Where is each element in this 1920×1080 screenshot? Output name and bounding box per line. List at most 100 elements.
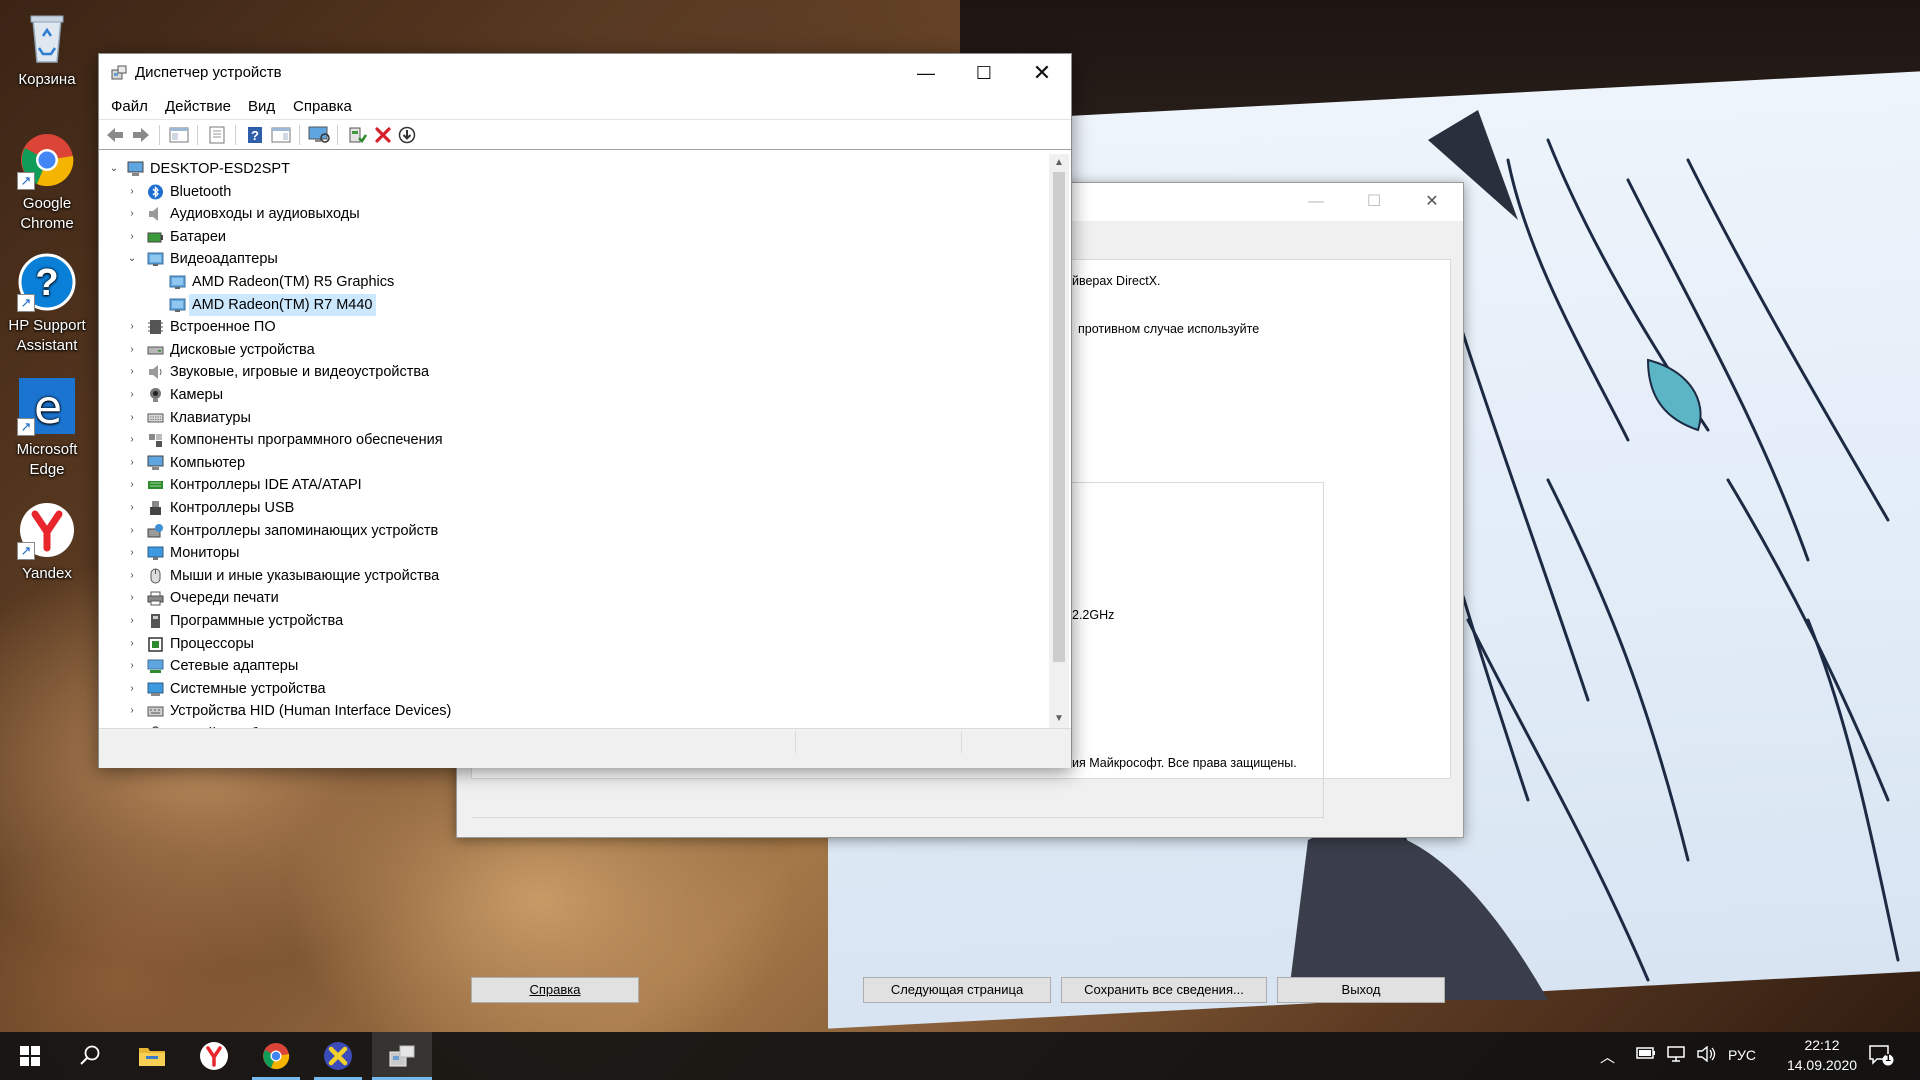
tree-item-label: Компоненты программного обеспечения bbox=[170, 432, 443, 449]
volume-icon[interactable] bbox=[1696, 1045, 1716, 1066]
scroll-up-button[interactable]: ▲ bbox=[1049, 154, 1069, 172]
scroll-down-button[interactable]: ▼ bbox=[1049, 710, 1069, 728]
chevron-right-icon[interactable]: › bbox=[125, 339, 139, 361]
minimize-button[interactable]: — bbox=[1287, 183, 1345, 221]
taskbar-x-app[interactable] bbox=[308, 1032, 368, 1080]
chevron-right-icon[interactable]: › bbox=[125, 407, 139, 429]
desktop-icon-microsoft-edge[interactable]: e ↗ Microsoft Edge bbox=[2, 376, 92, 480]
device-manager-titlebar[interactable]: Диспетчер устройств — ☐ ✕ bbox=[99, 54, 1071, 92]
chevron-right-icon[interactable]: › bbox=[125, 226, 139, 248]
chevron-down-icon[interactable]: ⌄ bbox=[125, 248, 139, 270]
forward-button[interactable] bbox=[129, 123, 153, 147]
action-pane-button[interactable] bbox=[269, 123, 293, 147]
chevron-right-icon[interactable]: › bbox=[125, 587, 139, 609]
battery-icon bbox=[147, 232, 163, 243]
hid-icon bbox=[147, 706, 164, 717]
clock-date[interactable]: 14.09.2020 bbox=[1772, 1057, 1872, 1073]
chevron-right-icon[interactable]: › bbox=[125, 429, 139, 451]
chevron-right-icon[interactable]: › bbox=[125, 520, 139, 542]
chevron-right-icon[interactable]: › bbox=[125, 203, 139, 225]
tree-item-label: Bluetooth bbox=[170, 183, 232, 200]
device-manager-icon bbox=[389, 1045, 415, 1067]
chevron-right-icon[interactable]: › bbox=[125, 610, 139, 632]
dxdiag-help-button[interactable]: Справка bbox=[471, 977, 639, 1003]
chevron-right-icon[interactable]: › bbox=[125, 181, 139, 203]
chevron-right-icon[interactable]: › bbox=[125, 700, 139, 722]
chevron-right-icon[interactable]: › bbox=[125, 565, 139, 587]
dxdiag-text-copyright: ия Майкрософт. Все права защищены. bbox=[1072, 756, 1297, 770]
chevron-right-icon[interactable]: › bbox=[125, 316, 139, 338]
window-title: Диспетчер устройств bbox=[135, 64, 282, 81]
chrome-icon bbox=[263, 1043, 290, 1070]
help-button[interactable]: ? bbox=[243, 123, 267, 147]
chevron-right-icon[interactable]: › bbox=[125, 497, 139, 519]
dxdiag-next-page-button[interactable]: Следующая страница bbox=[863, 977, 1051, 1003]
dxdiag-save-all-button[interactable]: Сохранить все сведения... bbox=[1061, 977, 1267, 1003]
enable-device-button[interactable] bbox=[395, 123, 419, 147]
tree-item-label: Процессоры bbox=[170, 635, 254, 652]
tree-root-label: DESKTOP-ESD2SPT bbox=[150, 161, 290, 177]
search-button[interactable] bbox=[60, 1032, 120, 1080]
chevron-right-icon[interactable]: › bbox=[125, 452, 139, 474]
show-hide-console-tree-button[interactable] bbox=[167, 123, 191, 147]
action-pane-icon bbox=[271, 127, 291, 143]
maximize-button[interactable]: ☐ bbox=[1345, 183, 1403, 221]
folder-icon bbox=[139, 1048, 165, 1066]
tree-item-label: Сетевые адаптеры bbox=[170, 658, 299, 675]
network-icon[interactable] bbox=[1666, 1046, 1686, 1066]
menu-bar: Файл Действие Вид Справка bbox=[99, 92, 1071, 120]
chrome-icon: ↗ bbox=[17, 130, 77, 190]
desktop-icon-label: HP Support Assistant bbox=[8, 317, 86, 354]
update-driver-button[interactable] bbox=[345, 123, 369, 147]
close-button[interactable]: ✕ bbox=[1403, 183, 1461, 221]
bluetooth-icon bbox=[148, 184, 163, 200]
language-indicator[interactable]: РУС bbox=[1728, 1047, 1756, 1063]
chevron-right-icon[interactable]: › bbox=[125, 542, 139, 564]
chevron-right-icon[interactable]: › bbox=[125, 361, 139, 383]
menu-file[interactable]: Файл bbox=[111, 98, 148, 115]
software-device-icon bbox=[151, 614, 160, 628]
desktop-icon-hp-support-assistant[interactable]: ? ↗ HP Support Assistant bbox=[2, 252, 92, 356]
help-book-icon: ? bbox=[248, 127, 262, 143]
dxdiag-exit-button[interactable]: Выход bbox=[1277, 977, 1445, 1003]
close-button[interactable]: ✕ bbox=[1013, 54, 1071, 92]
menu-view[interactable]: Вид bbox=[248, 98, 275, 115]
battery-icon[interactable] bbox=[1636, 1046, 1656, 1064]
menu-help[interactable]: Справка bbox=[293, 98, 352, 115]
desktop-icon-yandex[interactable]: ↗ Yandex bbox=[2, 500, 92, 584]
desktop-icon-label: Microsoft Edge bbox=[16, 441, 78, 478]
properties-button[interactable] bbox=[205, 123, 229, 147]
taskbar-device-manager[interactable] bbox=[372, 1032, 432, 1080]
uninstall-device-button[interactable] bbox=[371, 123, 395, 147]
start-button[interactable] bbox=[0, 1032, 60, 1080]
device-tree[interactable]: ⌄ DESKTOP-ESD2SPT › Bluetooth › Аудиовходы … bbox=[101, 154, 1049, 728]
chevron-right-icon[interactable]: › bbox=[125, 678, 139, 700]
taskbar-chrome[interactable] bbox=[246, 1032, 306, 1080]
scroll-thumb[interactable] bbox=[1053, 172, 1065, 662]
minimize-button[interactable]: — bbox=[897, 54, 955, 92]
tree-item-label: Компьютер bbox=[170, 454, 246, 471]
show-hidden-icons-button[interactable]: ︿ bbox=[1600, 1046, 1615, 1067]
chevron-right-icon[interactable]: › bbox=[125, 633, 139, 655]
scan-hardware-button[interactable] bbox=[307, 123, 331, 147]
notification-center-button[interactable]: 1 bbox=[1868, 1044, 1894, 1070]
chevron-right-icon[interactable]: › bbox=[125, 474, 139, 496]
sound-device-icon bbox=[149, 365, 162, 380]
taskbar-yandex[interactable] bbox=[184, 1032, 244, 1080]
recycle-bin-icon bbox=[17, 6, 77, 66]
vertical-scrollbar[interactable]: ▲ ▼ bbox=[1049, 154, 1069, 728]
yandex-icon: ↗ bbox=[17, 500, 77, 560]
disk-drive-icon bbox=[147, 346, 164, 355]
taskbar: ︿ РУС 22:12 14.09.2020 1 bbox=[0, 1032, 1920, 1080]
maximize-button[interactable]: ☐ bbox=[955, 54, 1013, 92]
chevron-right-icon[interactable]: › bbox=[125, 384, 139, 406]
menu-action[interactable]: Действие bbox=[165, 98, 231, 115]
desktop-icon-recycle-bin[interactable]: Корзина bbox=[2, 6, 92, 90]
chevron-down-icon[interactable]: ⌄ bbox=[107, 158, 121, 180]
taskbar-file-explorer[interactable] bbox=[122, 1032, 182, 1080]
clock-time[interactable]: 22:12 bbox=[1792, 1037, 1852, 1053]
back-button[interactable] bbox=[103, 123, 127, 147]
chevron-right-icon[interactable]: › bbox=[125, 655, 139, 677]
device-manager-window[interactable]: Диспетчер устройств — ☐ ✕ Файл Действие … bbox=[98, 53, 1072, 768]
desktop-icon-google-chrome[interactable]: ↗ Google Chrome bbox=[2, 130, 92, 234]
